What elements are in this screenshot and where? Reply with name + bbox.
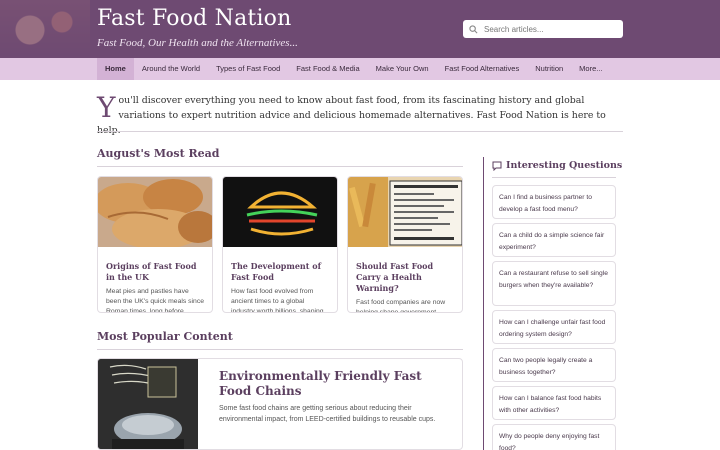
featured-article[interactable]: Environmentally Friendly Fast Food Chain… (97, 358, 463, 450)
question-item[interactable]: How can I balance fast food habits with … (492, 386, 616, 420)
nav-item-types-of-fast-food[interactable]: Types of Fast Food (208, 58, 288, 80)
most-read-heading: August's Most Read (97, 147, 220, 160)
site-header: Fast Food Nation Fast Food, Our Health a… (0, 0, 720, 58)
featured-article-title[interactable]: Environmentally Friendly Fast Food Chain… (219, 369, 449, 399)
most-read-divider (97, 166, 463, 167)
question-item[interactable]: Can I find a business partner to develop… (492, 185, 616, 219)
question-item[interactable]: How can I challenge unfair fast food ord… (492, 310, 616, 344)
intro-divider (97, 131, 623, 132)
article-card[interactable]: Origins of Fast Food in the UK Meat pies… (97, 176, 213, 313)
intro-text: ou'll discover everything you need to kn… (97, 95, 606, 136)
nutrition-label-image (348, 177, 462, 247)
card-title[interactable]: Should Fast Food Carry a Health Warning? (348, 252, 462, 294)
card-title[interactable]: Origins of Fast Food in the UK (98, 252, 212, 283)
intro-dropcap: Y (97, 91, 116, 124)
card-title[interactable]: The Development of Fast Food (223, 252, 337, 283)
neon-burger-image (223, 177, 337, 247)
featured-article-text: Some fast food chains are getting seriou… (219, 405, 436, 423)
speech-bubble-icon (492, 161, 502, 171)
search-icon (469, 24, 478, 33)
question-item[interactable]: Can a restaurant refuse to sell single b… (492, 261, 616, 306)
nav-item-make-your-own[interactable]: Make Your Own (368, 58, 437, 80)
site-title[interactable]: Fast Food Nation (97, 6, 292, 31)
article-card[interactable]: The Development of Fast Food How fast fo… (222, 176, 338, 313)
site-tagline: Fast Food, Our Health and the Alternativ… (97, 37, 298, 49)
sidebar-heading-text: Interesting Questions (506, 160, 623, 171)
nav-item-more[interactable]: More... (571, 58, 610, 80)
main-nav: Home Around the World Types of Fast Food… (0, 58, 720, 80)
sidebar-heading: Interesting Questions (492, 160, 622, 171)
sidebar-accent-bar (483, 157, 484, 450)
chalkboard-image (98, 359, 198, 449)
nav-item-around-the-world[interactable]: Around the World (134, 58, 208, 80)
nav-item-fast-food-media[interactable]: Fast Food & Media (288, 58, 367, 80)
card-text: How fast food evolved from ancient times… (231, 288, 324, 313)
question-item[interactable]: Why do people deny enjoying fast food? (492, 424, 616, 450)
popular-divider (97, 349, 463, 350)
search-box[interactable] (463, 20, 623, 38)
card-text: Meat pies and pastles have been the UK's… (106, 288, 205, 313)
header-photo (0, 0, 90, 58)
card-text: Fast food companies are now helping shap… (356, 299, 446, 313)
sidebar-divider (492, 177, 616, 178)
question-item[interactable]: Can two people legally create a business… (492, 348, 616, 382)
pasties-image (98, 177, 212, 249)
popular-heading: Most Popular Content (97, 330, 233, 343)
nav-item-nutrition[interactable]: Nutrition (527, 58, 571, 80)
nav-item-home[interactable]: Home (97, 58, 134, 80)
article-card[interactable]: Should Fast Food Carry a Health Warning?… (347, 176, 463, 313)
search-input[interactable] (484, 24, 614, 34)
question-item[interactable]: Can a child do a simple science fair exp… (492, 223, 616, 257)
nav-item-fast-food-alternatives[interactable]: Fast Food Alternatives (437, 58, 528, 80)
